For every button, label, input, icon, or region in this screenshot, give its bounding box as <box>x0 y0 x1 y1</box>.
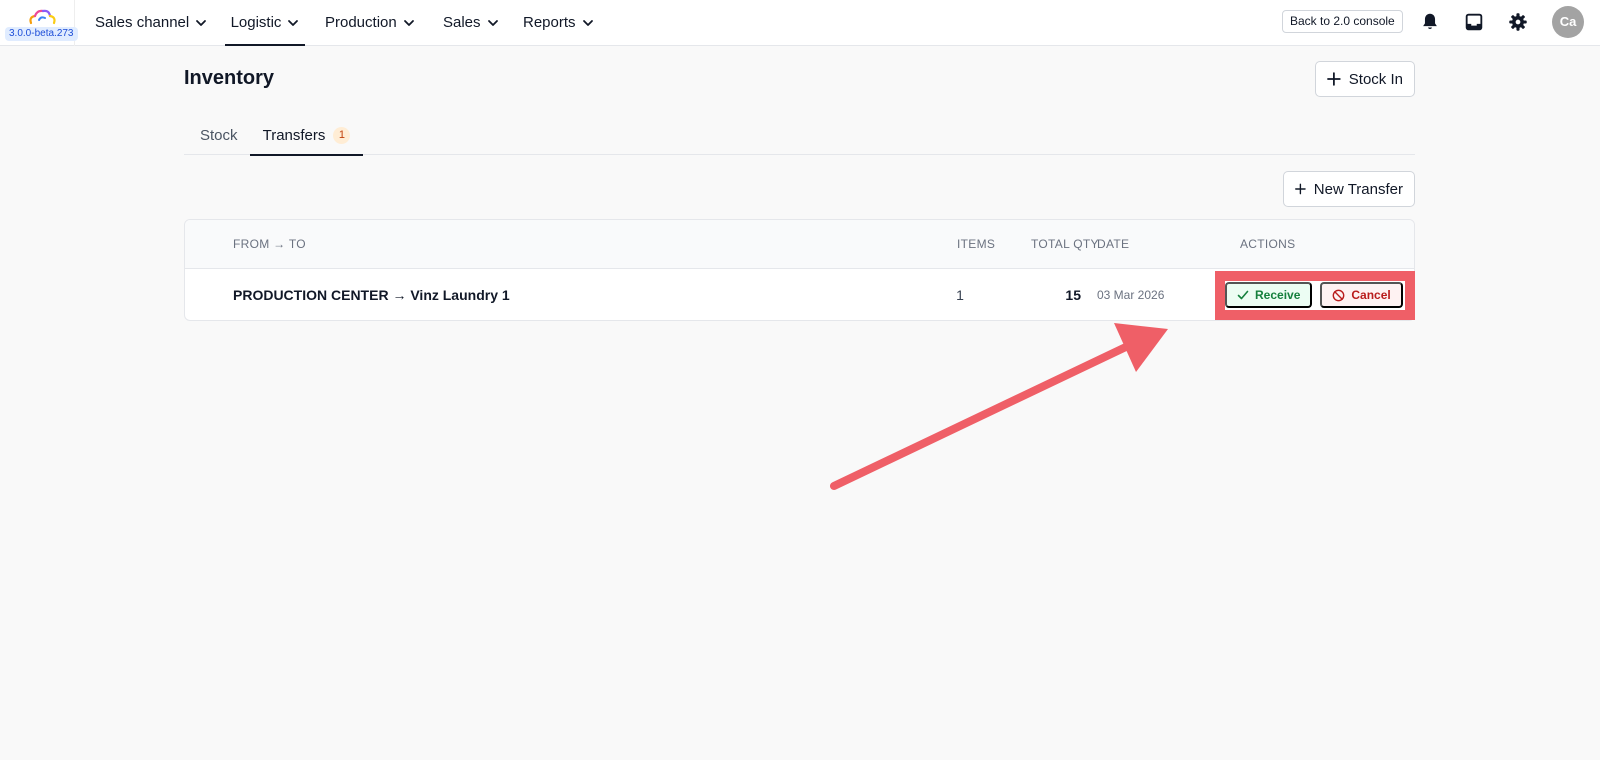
chevron-down-icon <box>582 19 593 26</box>
back-to-console-button[interactable]: Back to 2.0 console <box>1282 10 1403 33</box>
check-icon <box>1237 290 1249 300</box>
receive-label: Receive <box>1255 288 1301 302</box>
column-header-items: ITEMS <box>957 237 996 251</box>
ban-icon <box>1332 289 1345 301</box>
annotation-arrow-icon <box>830 323 1168 490</box>
chevron-down-icon <box>403 19 414 26</box>
version-badge: 3.0.0-beta.273 <box>5 27 78 41</box>
cancel-button[interactable]: Cancel <box>1320 282 1403 308</box>
chevron-down-icon <box>487 19 498 26</box>
transfer-items: 1 <box>956 287 964 303</box>
nav-logistic-label: Logistic <box>230 14 282 31</box>
nav-logistic[interactable]: Logistic <box>225 0 305 46</box>
stock-in-button[interactable]: Stock In <box>1315 61 1415 97</box>
transfer-date: 03 Mar 2026 <box>1097 288 1165 302</box>
transfers-table: FROM → TO ITEMS TOTAL QTY DATE ACTIONS P… <box>184 219 1415 321</box>
nav-production[interactable]: Production <box>325 0 415 45</box>
inventory-tabs: Stock Transfers 1 <box>184 115 1415 156</box>
column-header-total-qty: TOTAL QTY <box>1031 237 1099 251</box>
top-navbar: 3.0.0-beta.273 Sales channel Logistic Pr… <box>0 0 1600 46</box>
plus-icon <box>1295 183 1306 195</box>
tab-transfers[interactable]: Transfers 1 <box>250 115 363 156</box>
row-actions: Receive Cancel <box>1210 269 1414 320</box>
nav-reports[interactable]: Reports <box>523 0 594 45</box>
cancel-label: Cancel <box>1351 288 1391 302</box>
inbox-icon[interactable] <box>1463 11 1485 33</box>
chevron-down-icon <box>288 19 299 26</box>
nav-production-label: Production <box>325 14 397 31</box>
user-avatar[interactable]: Ca <box>1552 6 1584 38</box>
transfers-count-badge: 1 <box>333 126 351 144</box>
cloud-logo-icon <box>29 9 56 25</box>
tab-transfers-label: Transfers <box>262 126 326 144</box>
plus-icon <box>1327 72 1341 86</box>
transfer-route: PRODUCTION CENTER → Vinz Laundry 1 <box>233 287 510 303</box>
tab-stock[interactable]: Stock <box>200 115 238 155</box>
table-header: FROM → TO ITEMS TOTAL QTY DATE ACTIONS <box>185 220 1414 269</box>
receive-button[interactable]: Receive <box>1225 282 1313 308</box>
transfer-total-qty: 15 <box>1065 287 1081 303</box>
app-logo-area[interactable]: 3.0.0-beta.273 <box>0 0 78 46</box>
stock-in-label: Stock In <box>1348 70 1403 88</box>
tab-stock-label: Stock <box>200 126 238 144</box>
column-header-route: FROM → TO <box>233 237 306 251</box>
table-row[interactable]: PRODUCTION CENTER → Vinz Laundry 1 1 15 … <box>185 269 1414 320</box>
bell-icon[interactable] <box>1419 11 1441 33</box>
new-transfer-label: New Transfer <box>1313 180 1403 198</box>
chevron-down-icon <box>196 19 207 26</box>
page-title: Inventory <box>184 67 275 89</box>
nav-sales-channel[interactable]: Sales channel <box>95 0 207 45</box>
nav-sales-label: Sales <box>443 14 481 31</box>
nav-reports-label: Reports <box>523 14 576 31</box>
new-transfer-button[interactable]: New Transfer <box>1283 171 1415 207</box>
nav-sales-channel-label: Sales channel <box>95 14 190 31</box>
gear-icon[interactable] <box>1507 11 1529 33</box>
column-header-actions: ACTIONS <box>1240 237 1296 251</box>
nav-sales[interactable]: Sales <box>443 0 499 45</box>
column-header-date: DATE <box>1097 237 1130 251</box>
